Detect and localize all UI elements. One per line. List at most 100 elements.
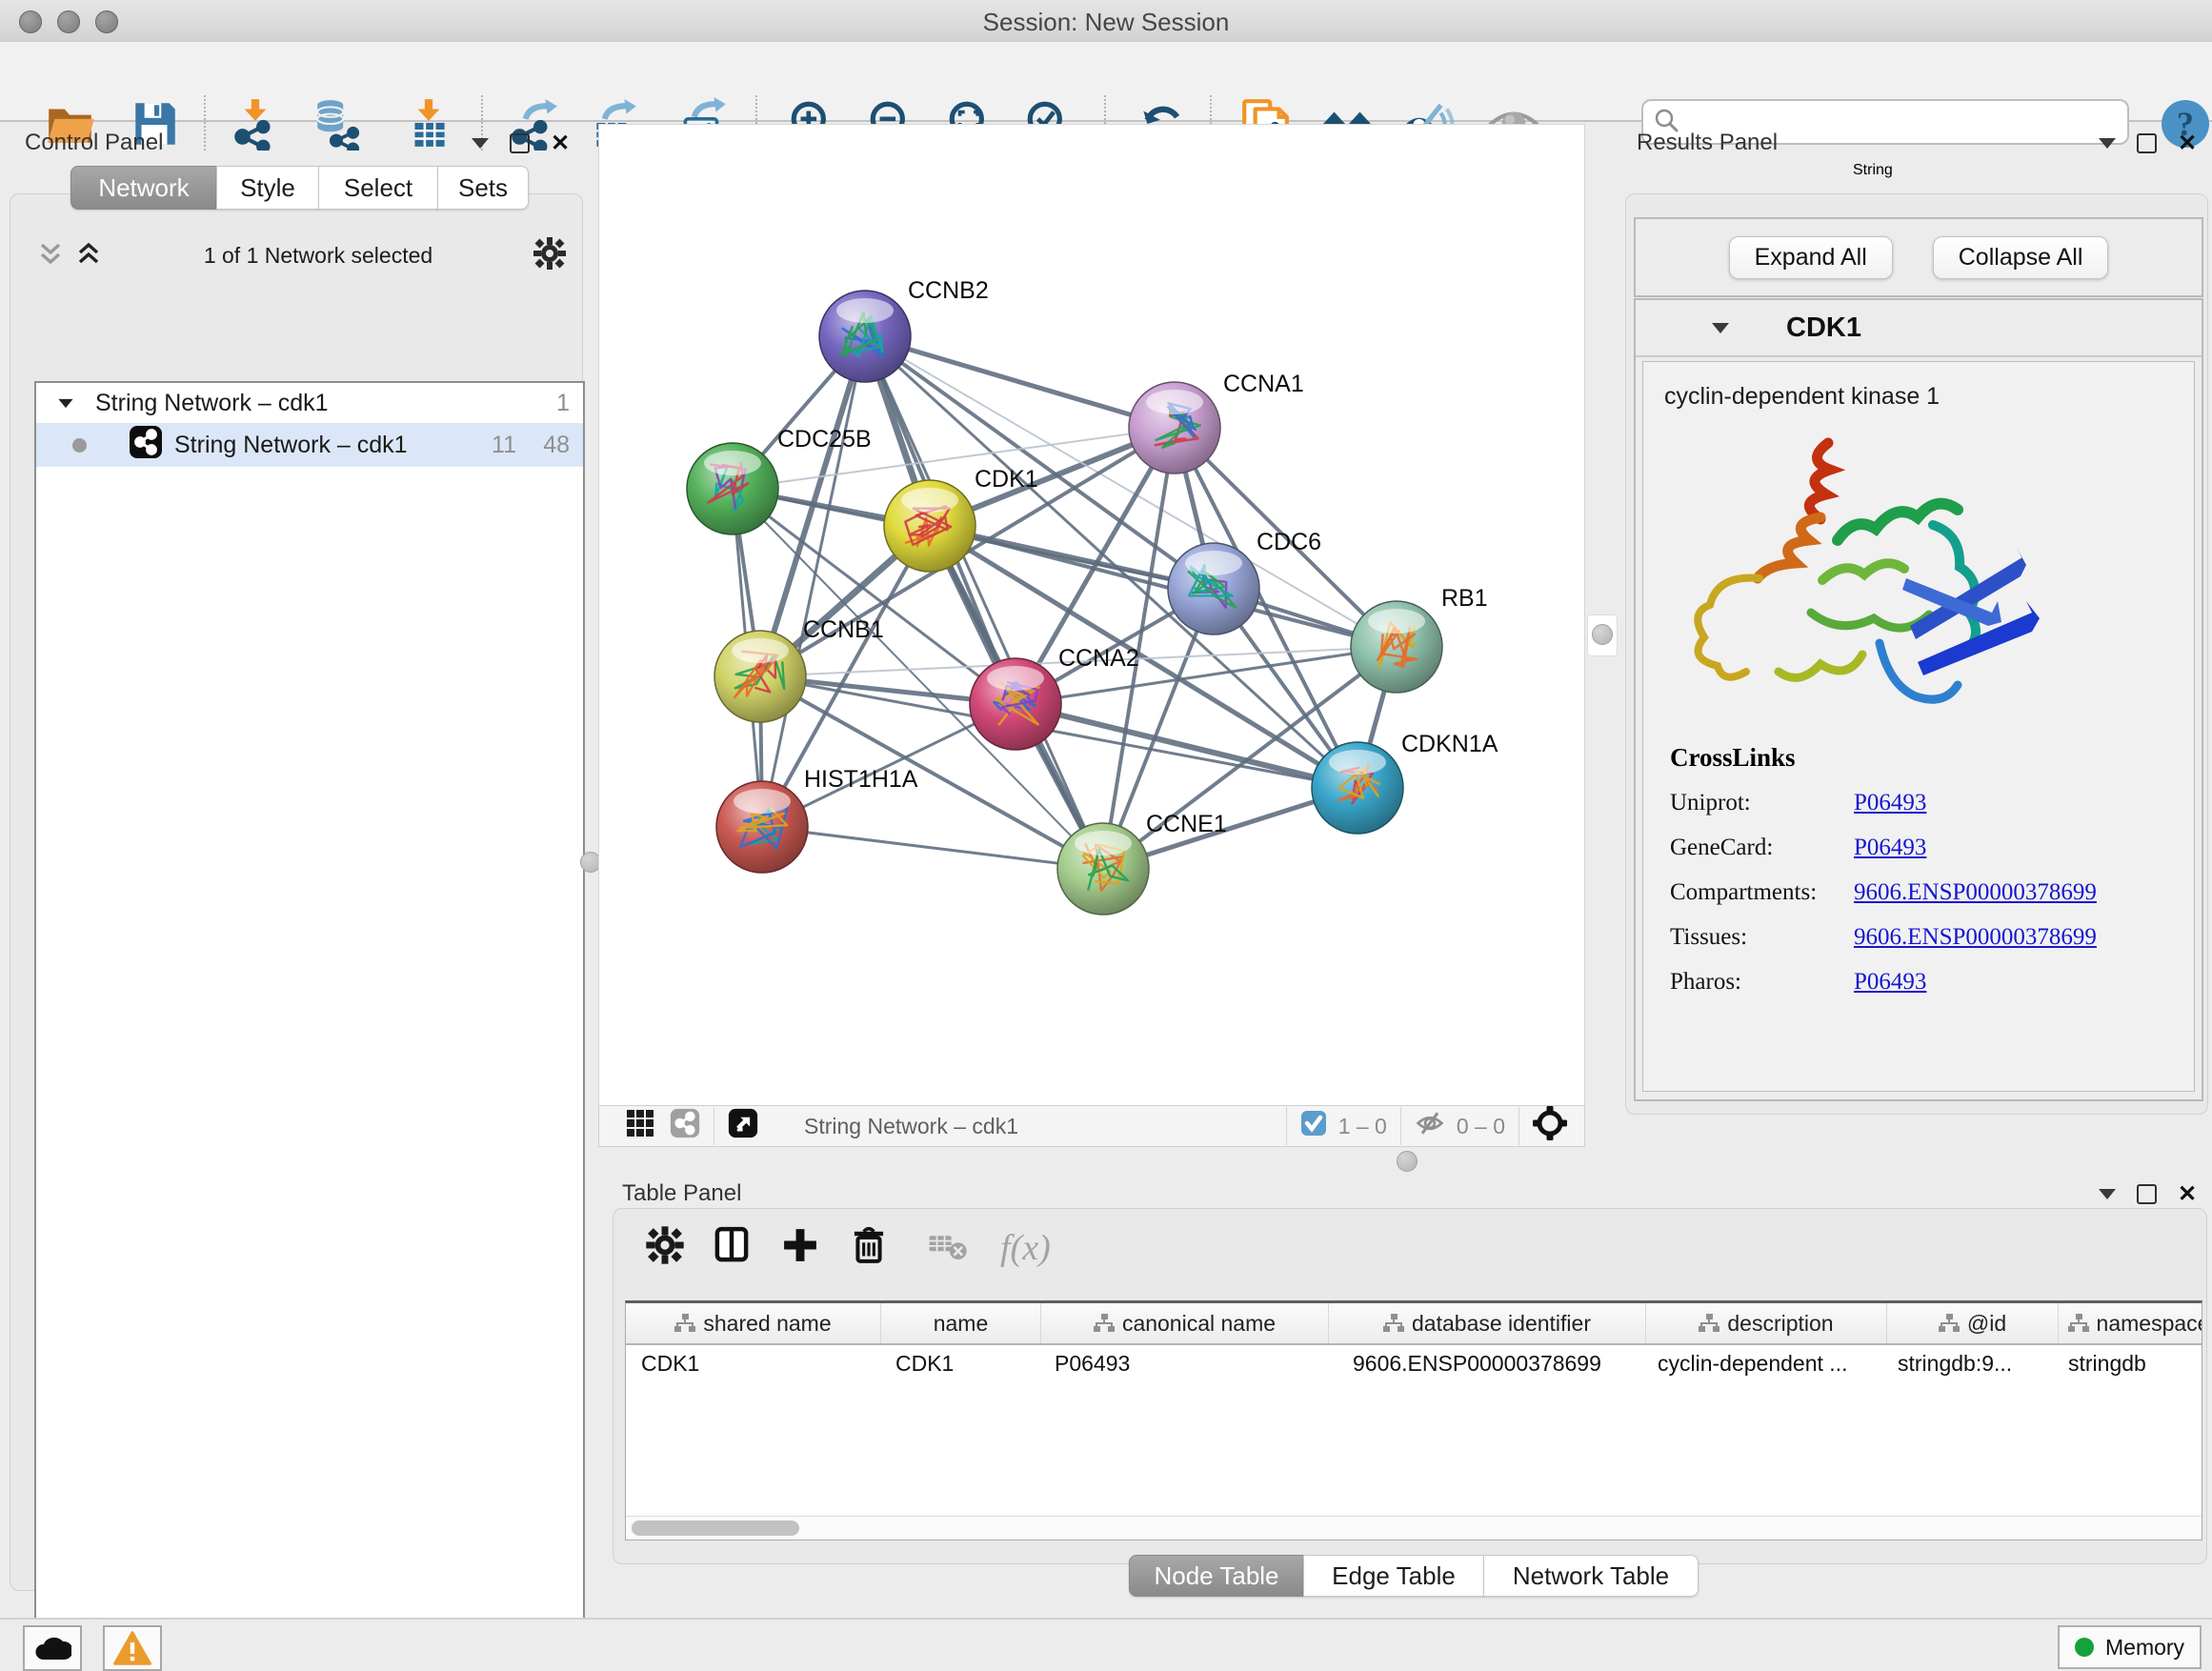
node-label: CCNB1: [803, 616, 884, 643]
crosslink-tissues[interactable]: 9606.ENSP00000378699: [1854, 924, 2097, 951]
node-label: CDK1: [975, 466, 1038, 493]
tab-network-table[interactable]: Network Table: [1483, 1555, 1699, 1597]
control-panel-float-button[interactable]: [510, 133, 530, 153]
grid-view-icon[interactable]: [626, 1109, 654, 1143]
cell-shared-name[interactable]: CDK1: [626, 1351, 880, 1377]
results-panel-float-button[interactable]: [2137, 133, 2157, 153]
network-canvas[interactable]: CCNB2CCNA1CDC25BCDK1CDC6RB1CCNB1CCNA2CDK…: [598, 124, 1585, 1107]
table-header-row: shared name name canonical name database…: [626, 1303, 2202, 1345]
network-node-CCNA1[interactable]: CCNA1: [1129, 371, 1304, 473]
string-view-icon[interactable]: [670, 1108, 700, 1144]
network-node-CDKN1A[interactable]: CDKN1A: [1312, 731, 1498, 834]
crosslinks-heading: CrossLinks: [1670, 743, 2194, 773]
function-builder-icon[interactable]: f(x): [1000, 1227, 1051, 1269]
cell-canonical-name[interactable]: P06493: [1039, 1351, 1326, 1377]
collapse-all-networks-icon[interactable]: [34, 237, 67, 274]
right-splitter-handle[interactable]: [1592, 624, 1613, 645]
selected-count: 1 – 0: [1338, 1114, 1387, 1139]
bottom-splitter-handle[interactable]: [1397, 1151, 1418, 1172]
network-node-CCNB1[interactable]: CCNB1: [714, 616, 884, 722]
node-label: CCNA1: [1223, 371, 1304, 397]
table-options-gear-icon[interactable]: [644, 1224, 686, 1271]
crosslink-row: Tissues: 9606.ENSP00000378699: [1670, 924, 2194, 951]
column-header-name[interactable]: name: [881, 1303, 1041, 1343]
add-column-icon[interactable]: [777, 1222, 823, 1273]
table-horizontal-scrollbar[interactable]: [626, 1516, 2202, 1540]
table-panel-tabs: Node Table Edge Table Network Table: [1129, 1555, 1699, 1597]
selected-checkbox-icon[interactable]: [1300, 1110, 1327, 1142]
table-panel-menu-button[interactable]: [2099, 1189, 2116, 1199]
expand-all-button[interactable]: Expand All: [1729, 236, 1893, 279]
tab-sets[interactable]: Sets: [437, 166, 529, 210]
column-header-canonical-name[interactable]: canonical name: [1041, 1303, 1329, 1343]
show-columns-icon[interactable]: [709, 1222, 754, 1273]
node-label: CDC25B: [777, 426, 872, 453]
cell-description[interactable]: cyclin-dependent ...: [1642, 1351, 1882, 1377]
crosslink-compartments[interactable]: 9606.ENSP00000378699: [1854, 879, 2097, 906]
crosslink-uniprot[interactable]: P06493: [1854, 790, 1926, 816]
node-gloss: [734, 789, 791, 814]
column-header-description[interactable]: description: [1646, 1303, 1887, 1343]
hidden-eye-icon[interactable]: [1415, 1108, 1445, 1144]
cell-database-identifier[interactable]: 9606.ENSP00000378699: [1326, 1351, 1642, 1377]
control-panel-menu-button[interactable]: [472, 138, 489, 149]
tab-node-table[interactable]: Node Table: [1129, 1555, 1304, 1597]
tab-edge-table[interactable]: Edge Table: [1303, 1555, 1484, 1597]
fit-selection-icon[interactable]: [1533, 1106, 1567, 1146]
column-header-namespace[interactable]: namespace: [2059, 1303, 2202, 1343]
control-panel-tabs: Network Style Select Sets: [70, 166, 529, 210]
network-collection-row[interactable]: String Network – cdk1 1: [36, 383, 583, 423]
node-label: CCNE1: [1146, 811, 1227, 837]
table-panel-float-button[interactable]: [2137, 1184, 2157, 1204]
network-node-CDC25B[interactable]: CDC25B: [687, 426, 872, 534]
collection-expand-icon[interactable]: [58, 398, 72, 407]
expand-all-networks-icon[interactable]: [72, 237, 105, 274]
tab-network[interactable]: Network: [70, 166, 217, 210]
network-row-selected[interactable]: String Network – cdk1 11 48: [36, 423, 583, 467]
network-edge-CCNB2-CCNA1[interactable]: [865, 336, 1175, 428]
tab-style[interactable]: Style: [216, 166, 319, 210]
network-options-gear-icon[interactable]: [532, 235, 568, 276]
crosslink-pharos[interactable]: P06493: [1854, 969, 1926, 996]
delete-table-icon[interactable]: [926, 1222, 972, 1273]
gene-collapse-icon[interactable]: [1712, 323, 1729, 333]
birds-eye-view-icon[interactable]: [728, 1108, 758, 1144]
results-panel-menu-button[interactable]: [2099, 138, 2116, 149]
table-panel-close-button[interactable]: ✕: [2178, 1186, 2197, 1202]
network-node-CDK1[interactable]: CDK1: [884, 466, 1038, 572]
crosslink-genecard[interactable]: P06493: [1854, 835, 1926, 861]
table-panel-body: f(x) shared name name canonical name dat…: [613, 1208, 2207, 1564]
results-panel-tabs: String: [1853, 162, 1918, 198]
column-header-shared-name[interactable]: shared name: [626, 1303, 881, 1343]
results-panel: Results Panel ✕ String Expand All Collap…: [1625, 124, 2212, 1115]
cell-name[interactable]: CDK1: [880, 1351, 1039, 1377]
delete-column-icon[interactable]: [846, 1222, 892, 1273]
tab-select[interactable]: Select: [318, 166, 438, 210]
control-panel-close-button[interactable]: ✕: [551, 135, 570, 151]
network-node-RB1[interactable]: RB1: [1351, 585, 1488, 693]
column-header-id[interactable]: @id: [1887, 1303, 2059, 1343]
network-node-CDC6[interactable]: CDC6: [1168, 529, 1321, 634]
gene-header[interactable]: CDK1: [1636, 300, 2202, 357]
network-node-HIST1H1A[interactable]: HIST1H1A: [716, 766, 918, 873]
control-panel: Control Panel ✕ Network Style Select Set…: [10, 124, 581, 1596]
network-edge-CCNB2-HIST1H1A[interactable]: [762, 336, 865, 827]
results-panel-close-button[interactable]: ✕: [2178, 135, 2197, 151]
control-panel-title: Control Panel: [25, 130, 163, 156]
warnings-button[interactable]: [103, 1625, 162, 1671]
crosslink-row: GeneCard: P06493: [1670, 835, 2194, 861]
memory-button[interactable]: Memory: [2058, 1625, 2202, 1669]
collapse-all-button[interactable]: Collapse All: [1933, 236, 2109, 279]
cell-namespace[interactable]: stringdb: [2053, 1351, 2202, 1377]
node-label: CDC6: [1257, 529, 1321, 555]
column-header-database-identifier[interactable]: database identifier: [1329, 1303, 1646, 1343]
main-toolbar: ?: [0, 42, 2212, 122]
network-label: String Network – cdk1: [174, 432, 408, 459]
node-gloss: [732, 638, 789, 663]
table-row[interactable]: CDK1 CDK1 P06493 9606.ENSP00000378699 cy…: [626, 1345, 2202, 1381]
network-edge-HIST1H1A-CCNE1[interactable]: [762, 827, 1103, 869]
memory-label: Memory: [2105, 1635, 2184, 1661]
tab-string[interactable]: String: [1853, 162, 1918, 198]
cell-id[interactable]: stringdb:9...: [1882, 1351, 2053, 1377]
cloud-button[interactable]: [23, 1625, 82, 1671]
